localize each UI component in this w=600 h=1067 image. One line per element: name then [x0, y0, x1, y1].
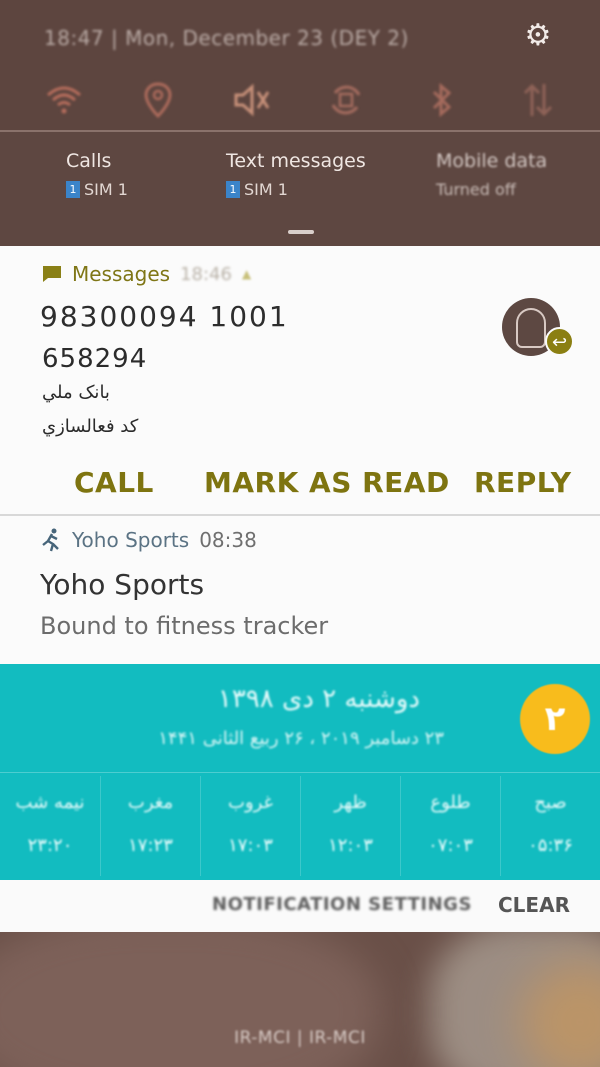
prayer-times-widget[interactable]: دوشنبه ۲ دی ۱۳۹۸ ۲۳ دسامبر ۲۰۱۹ ، ۲۶ ربی…: [0, 664, 600, 880]
day-number-badge: ۲: [520, 684, 590, 754]
messages-app-name: Messages: [72, 262, 171, 286]
text-messages-label: Text messages: [226, 150, 366, 172]
prayer-divider: [0, 772, 600, 773]
gregorian-hijri-date: ۲۳ دسامبر ۲۰۱۹ ، ۲۶ ربیع الثانی ۱۴۴۱: [158, 728, 444, 749]
persian-date: دوشنبه ۲ دی ۱۳۹۸: [217, 684, 420, 714]
prayer-time: ۰۵:۳۶: [528, 835, 573, 856]
message-line-bank: بانک ملي: [42, 382, 110, 403]
mobile-data-icon: [523, 83, 553, 117]
message-code: 658294: [42, 344, 148, 374]
mobile-data-setting[interactable]: Mobile data Turned off: [436, 150, 547, 199]
clear-button[interactable]: CLEAR: [498, 893, 570, 917]
gear-icon[interactable]: ⚙: [520, 18, 556, 54]
rotate-toggle[interactable]: [322, 76, 370, 124]
prayer-name: ظهر: [334, 792, 367, 813]
prayer-name: مغرب: [127, 792, 174, 813]
text-sim-value: SIM 1: [244, 180, 288, 199]
chevron-up-icon[interactable]: ▲: [242, 267, 251, 281]
quick-toggles: [0, 76, 600, 126]
status-date: Mon, December 23 (DEY 2): [125, 26, 409, 50]
prayer-times-row: نیمه شب ۲۳:۲۰ مغرب ۱۷:۲۳ غروب ۱۷:۰۳ ظهر …: [0, 776, 600, 876]
yoho-title: Yoho Sports: [40, 568, 205, 601]
calls-label: Calls: [66, 150, 112, 172]
prayer-time-item: صبح ۰۵:۳۶: [500, 776, 600, 876]
prayer-time: ۰۷:۰۳: [428, 835, 473, 856]
yoho-app-name: Yoho Sports: [72, 528, 190, 552]
chat-bubble-icon: [42, 265, 62, 283]
call-button[interactable]: CALL: [74, 466, 154, 499]
yoho-text: Bound to fitness tracker: [40, 612, 329, 640]
messages-header: Messages 18:46 ▲: [42, 262, 251, 286]
prayer-name: صبح: [534, 792, 567, 813]
messages-time: 18:46: [180, 263, 232, 285]
location-icon: [144, 82, 172, 118]
panel-drag-handle[interactable]: [288, 230, 314, 234]
bluetooth-toggle[interactable]: [418, 76, 466, 124]
notification-settings-button[interactable]: NOTIFICATION SETTINGS: [212, 894, 472, 915]
reply-button[interactable]: REPLY: [474, 466, 571, 499]
auto-rotate-icon: [331, 85, 361, 115]
running-figure-icon: [40, 528, 62, 552]
prayer-time: ۱۲:۰۳: [328, 835, 373, 856]
prayer-time: ۱۷:۲۳: [128, 835, 173, 856]
calls-sim-setting[interactable]: Calls 1 SIM 1: [66, 150, 128, 199]
yoho-time: 08:38: [199, 528, 257, 552]
text-sim-setting[interactable]: Text messages 1 SIM 1: [226, 150, 366, 199]
message-sender: 98300094 1001: [40, 300, 289, 333]
status-datetime: 18:47 | Mon, December 23 (DEY 2): [44, 26, 409, 50]
wifi-icon: [47, 86, 81, 114]
mobile-data-label: Mobile data: [436, 150, 548, 172]
prayer-time-item: مغرب ۱۷:۲۳: [100, 776, 200, 876]
mark-as-read-button[interactable]: MARK AS READ: [204, 466, 450, 499]
sim-badge: 1: [66, 181, 80, 198]
sim-settings: Calls 1 SIM 1 Text messages 1 SIM 1 Mobi…: [0, 132, 600, 246]
person-icon: [516, 308, 546, 348]
bluetooth-icon: [432, 82, 452, 118]
yoho-sports-notification[interactable]: Yoho Sports 08:38 Yoho Sports Bound to f…: [0, 516, 600, 664]
prayer-time-item: نیمه شب ۲۳:۲۰: [0, 776, 100, 876]
yoho-header: Yoho Sports 08:38: [40, 528, 257, 552]
status-time: 18:47: [44, 26, 105, 50]
prayer-time-item: ظهر ۱۲:۰۳: [300, 776, 400, 876]
mobile-data-status: Turned off: [436, 180, 516, 199]
wallpaper: IR-MCI | IR-MCI: [0, 932, 600, 1067]
prayer-time-item: طلوع ۰۷:۰۳: [400, 776, 500, 876]
mobile-data-toggle[interactable]: [514, 76, 562, 124]
prayer-time: ۲۳:۲۰: [27, 835, 73, 856]
wifi-toggle[interactable]: [40, 76, 88, 124]
message-line-activation: کد فعالسازي: [42, 416, 139, 437]
notification-footer: NOTIFICATION SETTINGS CLEAR: [0, 880, 600, 932]
reply-arrow-icon: ↩: [545, 327, 574, 356]
messages-notification[interactable]: Messages 18:46 ▲ 98300094 1001 658294 با…: [0, 246, 600, 514]
message-actions: CALL MARK AS READ REPLY: [0, 466, 600, 510]
location-toggle[interactable]: [134, 76, 182, 124]
prayer-time-item: غروب ۱۷:۰۳: [200, 776, 300, 876]
prayer-time: ۱۷:۰۳: [228, 835, 273, 856]
calls-sim-value: SIM 1: [84, 180, 128, 199]
carrier-label: IR-MCI | IR-MCI: [234, 1028, 366, 1048]
sound-toggle[interactable]: [228, 76, 276, 124]
quick-settings-panel: 18:47 | Mon, December 23 (DEY 2) ⚙ Calls…: [0, 0, 600, 246]
prayer-name: غروب: [228, 792, 273, 813]
sim-badge: 1: [226, 181, 240, 198]
prayer-name: طلوع: [430, 792, 471, 813]
quick-settings-top: 18:47 | Mon, December 23 (DEY 2) ⚙: [0, 0, 600, 130]
prayer-name: نیمه شب: [15, 792, 85, 813]
mute-icon: [234, 83, 270, 117]
